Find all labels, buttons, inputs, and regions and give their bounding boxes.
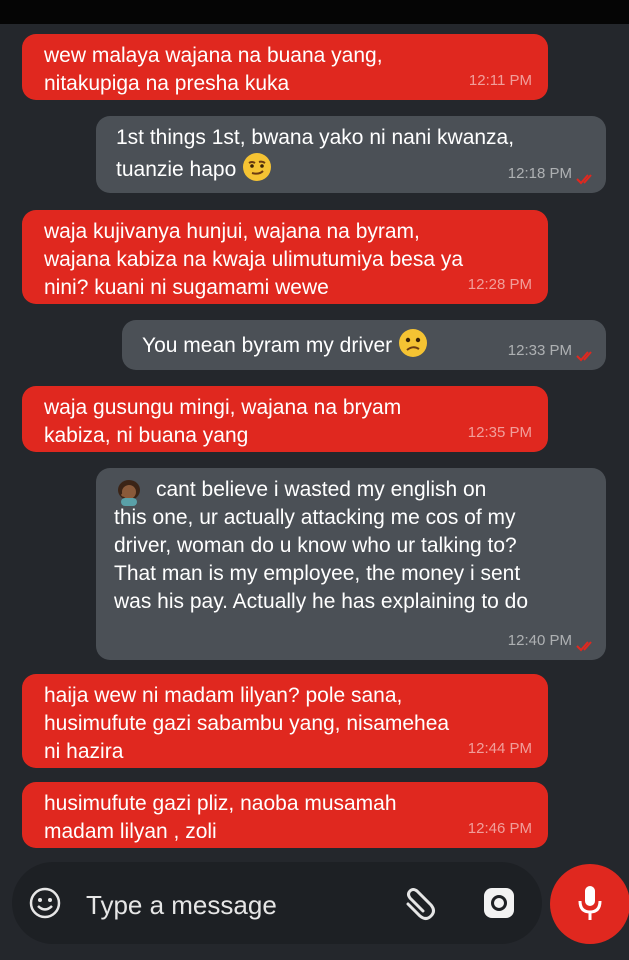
smirk-face-icon: [243, 153, 272, 181]
message-bubble-incoming[interactable]: wew malaya wajana na buana yang, nitakup…: [22, 34, 548, 100]
facepalm-woman-icon: [118, 480, 140, 506]
message-input[interactable]: Type a message: [12, 862, 542, 944]
read-ticks-icon: [576, 351, 592, 362]
message-text: cant believe i wasted my english on this…: [114, 478, 529, 613]
chat-thread[interactable]: wew malaya wajana na buana yang, nitakup…: [0, 24, 629, 860]
smiley-icon[interactable]: [28, 886, 62, 920]
message-bubble-incoming[interactable]: waja kujivanya hunjui, wajana na byram, …: [22, 210, 548, 304]
camera-icon[interactable]: [482, 886, 516, 920]
message-input-placeholder: Type a message: [86, 890, 277, 920]
message-time: 12:44 PM: [467, 740, 532, 757]
confused-face-icon: [399, 329, 427, 357]
message-bubble-outgoing[interactable]: cant believe i wasted my english on this…: [96, 468, 606, 660]
message-text: wew malaya wajana na buana yang, nitakup…: [44, 44, 383, 95]
message-bubble-outgoing[interactable]: You mean byram my driver 12:33 PM: [122, 320, 606, 370]
message-time: 12:46 PM: [467, 820, 532, 837]
read-ticks-icon: [576, 174, 592, 185]
read-ticks-icon: [576, 641, 592, 652]
microphone-icon: [578, 886, 602, 920]
message-time: 12:11 PM: [468, 72, 532, 89]
message-time: 12:40 PM: [507, 632, 572, 649]
message-bubble-incoming[interactable]: husimufute gazi pliz, naoba musamah mada…: [22, 782, 548, 848]
composer-bar: Type a message: [0, 862, 629, 960]
message-time: 12:33 PM: [507, 342, 572, 359]
mic-button[interactable]: [550, 864, 629, 944]
message-time: 12:35 PM: [467, 424, 532, 441]
message-time: 12:28 PM: [467, 276, 532, 293]
status-bar: [0, 0, 629, 24]
paperclip-icon[interactable]: [400, 884, 440, 924]
message-text: haija wew ni madam lilyan? pole sana, hu…: [44, 684, 450, 763]
message-text: waja gusungu mingi, wajana na bryam kabi…: [44, 396, 402, 447]
message-bubble-outgoing[interactable]: 1st things 1st, bwana yako ni nani kwanz…: [96, 116, 606, 193]
message-text: waja kujivanya hunjui, wajana na byram, …: [44, 220, 464, 299]
message-text: husimufute gazi pliz, naoba musamah mada…: [44, 792, 397, 843]
message-bubble-incoming[interactable]: waja gusungu mingi, wajana na bryam kabi…: [22, 386, 548, 452]
message-time: 12:18 PM: [507, 165, 572, 182]
message-bubble-incoming[interactable]: haija wew ni madam lilyan? pole sana, hu…: [22, 674, 548, 768]
